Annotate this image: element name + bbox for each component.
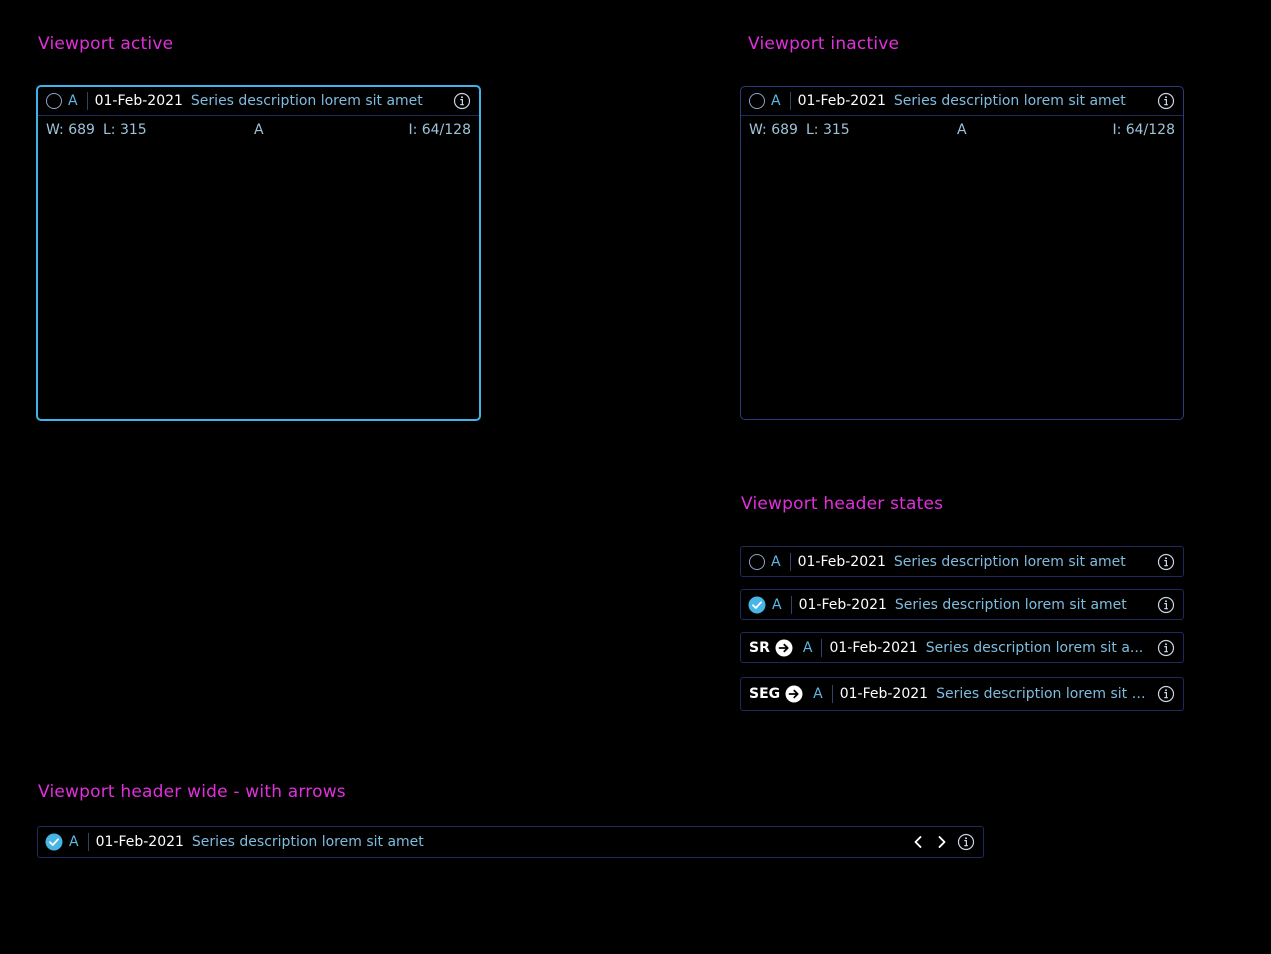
orientation-letter: A [813, 686, 823, 702]
series-date: 01-Feb-2021 [798, 596, 887, 613]
select-circle-icon[interactable] [46, 93, 62, 109]
header-divider [789, 92, 791, 110]
series-description: Series description lorem sit amet [894, 596, 1127, 613]
overlay-instance: I: 64/128 [408, 122, 471, 138]
info-icon[interactable] [1157, 685, 1175, 703]
header-state-unchecked[interactable]: A 01-Feb-2021 Series description lorem s… [740, 546, 1184, 577]
series-tag-sr: SR [749, 639, 770, 656]
overlay-window: W: 689 [46, 122, 95, 138]
series-tag-seg: SEG [749, 686, 781, 702]
info-icon[interactable] [1157, 92, 1175, 110]
series-description: Series description lorem sit amet [190, 93, 423, 109]
header-divider [789, 552, 791, 571]
check-circle-icon[interactable] [748, 596, 766, 614]
info-icon[interactable] [1157, 596, 1175, 614]
section-title-viewport-active: Viewport active [38, 34, 174, 54]
info-icon[interactable] [453, 92, 471, 110]
info-icon[interactable] [1157, 639, 1175, 657]
info-icon[interactable] [957, 833, 975, 851]
header-divider [821, 638, 823, 657]
overlay-instance: I: 64/128 [1112, 122, 1175, 138]
header-state-seg[interactable]: SEG A 01-Feb-2021 Series description lor… [740, 677, 1184, 711]
viewport-overlay: W: 689 L: 315 A I: 64/128 [749, 122, 1175, 142]
orientation-letter: A [772, 596, 782, 613]
series-date: 01-Feb-2021 [94, 93, 183, 109]
overlay-window: W: 689 [749, 122, 798, 138]
series-date: 01-Feb-2021 [839, 686, 929, 702]
viewport-active[interactable]: A 01-Feb-2021 Series description lorem s… [36, 85, 481, 421]
header-divider [86, 92, 88, 110]
series-date: 01-Feb-2021 [797, 553, 886, 570]
orientation-letter: A [771, 93, 781, 109]
series-date: 01-Feb-2021 [95, 834, 184, 850]
overlay-level: L: 315 [103, 122, 147, 138]
viewport-inactive[interactable]: A 01-Feb-2021 Series description lorem s… [740, 86, 1184, 420]
section-title-header-wide: Viewport header wide - with arrows [38, 782, 346, 802]
viewport-overlay: W: 689 L: 315 A I: 64/128 [46, 122, 471, 142]
chevron-left-icon[interactable] [911, 834, 925, 850]
orientation-letter: A [802, 639, 813, 656]
series-description: Series description lorem sit amet [191, 834, 424, 850]
series-description: Series description lorem sit a... [936, 686, 1147, 702]
viewport-header[interactable]: A 01-Feb-2021 Series description lorem s… [38, 87, 479, 116]
arrow-right-circle-icon[interactable] [775, 639, 793, 657]
header-divider [831, 685, 833, 703]
header-divider [790, 595, 792, 614]
orientation-letter: A [68, 93, 78, 109]
section-title-header-states: Viewport header states [741, 494, 944, 514]
series-description: Series description lorem sit amet [893, 553, 1126, 570]
select-circle-icon[interactable] [749, 553, 765, 570]
series-date: 01-Feb-2021 [797, 93, 886, 109]
chevron-right-icon[interactable] [935, 834, 949, 850]
header-divider [87, 833, 89, 851]
overlay-level: L: 315 [806, 122, 850, 138]
header-wide[interactable]: A 01-Feb-2021 Series description lorem s… [37, 826, 984, 858]
header-state-sr[interactable]: SR A 01-Feb-2021 Series description lore… [740, 632, 1184, 663]
orientation-letter: A [771, 553, 781, 570]
header-state-checked[interactable]: A 01-Feb-2021 Series description lorem s… [740, 589, 1184, 620]
check-circle-icon[interactable] [45, 833, 63, 851]
overlay-orientation: A [957, 122, 967, 138]
orientation-letter: A [69, 834, 79, 850]
series-date: 01-Feb-2021 [829, 639, 918, 656]
select-circle-icon[interactable] [749, 93, 765, 109]
overlay-orientation: A [254, 122, 264, 138]
viewport-header[interactable]: A 01-Feb-2021 Series description lorem s… [741, 87, 1183, 116]
info-icon[interactable] [1157, 553, 1175, 571]
series-description: Series description lorem sit amet [893, 93, 1126, 109]
arrow-right-circle-icon[interactable] [785, 685, 803, 703]
series-description: Series description lorem sit a... [925, 639, 1144, 656]
section-title-viewport-inactive: Viewport inactive [748, 34, 900, 54]
